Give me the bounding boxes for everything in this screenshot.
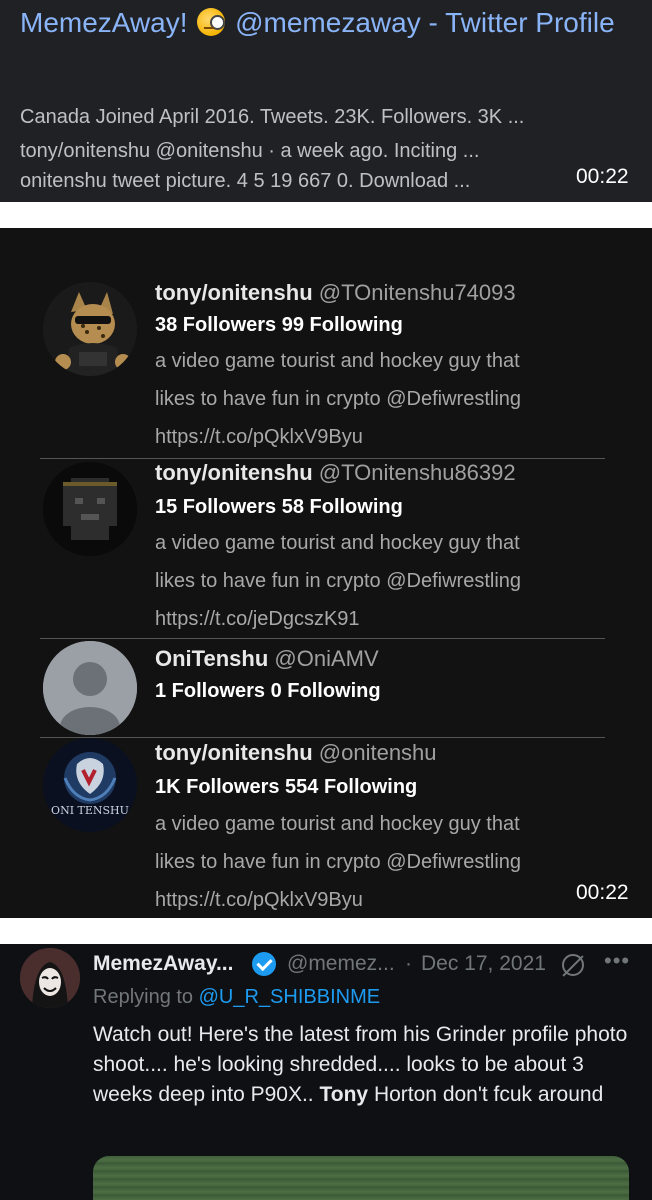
profile-name: tony/onitenshu [155, 280, 313, 305]
profile-divider [40, 737, 605, 738]
verified-badge-icon [252, 952, 276, 976]
profile-link[interactable]: https://t.co/pQklxV9Byu [155, 426, 363, 449]
result-title-suffix: @memezaway - Twitter Profile [235, 7, 615, 38]
profile-name-row[interactable]: tony/onitenshu @TOnitenshu86392 [155, 460, 516, 486]
muted-conversation-icon[interactable] [562, 954, 584, 976]
video-duration-badge: 00:22 [576, 881, 629, 904]
profile-bio-line: likes to have fun in crypto @Defiwrestli… [155, 851, 522, 873]
profile-bio-line: a video game tourist and hockey guy that [155, 813, 520, 835]
replying-to-handle[interactable]: @U_R_SHIBBINME [199, 986, 380, 1008]
profile-stats: 15 Followers 58 Following [155, 496, 403, 518]
profile-handle: @onitenshu [318, 740, 437, 765]
tweet-author-name[interactable]: MemezAway... [93, 952, 233, 976]
avatar-leopard [43, 282, 137, 376]
video-duration-badge: 00:22 [576, 165, 629, 188]
profile-name-row[interactable]: tony/onitenshu @TOnitenshu74093 [155, 280, 516, 306]
tweet-text: Watch out! Here's the latest from his Gr… [93, 1020, 633, 1110]
profile-name: OniTenshu [155, 646, 269, 671]
separator [0, 918, 652, 944]
result-title-link[interactable]: MemezAway! @memezaway - Twitter Profile [20, 8, 632, 37]
tweet-text-end: Horton don't fcuk around [373, 1083, 604, 1106]
profile-divider [40, 458, 605, 459]
avatar-brand-text: ONI TENSHU [51, 804, 129, 817]
search-result-card[interactable]: MemezAway! @memezaway - Twitter Profile … [0, 0, 652, 202]
avatar-oni-tenshu: ONI TENSHU [43, 738, 137, 832]
tweet-date[interactable]: Dec 17, 2021 [421, 952, 546, 976]
profile-stats: 38 Followers 99 Following [155, 314, 403, 336]
profile-stats: 1K Followers 554 Following [155, 776, 418, 798]
profile-bio-line: a video game tourist and hockey guy that [155, 350, 520, 372]
tweet-author-handle[interactable]: @memez... [287, 952, 395, 976]
profile-bio-line: a video game tourist and hockey guy that [155, 532, 520, 554]
profile-link[interactable]: https://t.co/pQklxV9Byu [155, 889, 363, 912]
result-snippet-line-3: onitenshu tweet picture. 4 5 19 667 0. D… [20, 170, 471, 192]
profile-name-row[interactable]: OniTenshu @OniAMV [155, 646, 379, 672]
profile-name: tony/onitenshu [155, 460, 313, 485]
separator [0, 202, 652, 228]
result-snippet-line-2: tony/onitenshu @onitenshu · a week ago. … [20, 140, 480, 162]
result-title-prefix: MemezAway! [20, 7, 188, 38]
tweet-avatar[interactable] [20, 948, 80, 1008]
profile-name: tony/onitenshu [155, 740, 313, 765]
tweet-meta-separator: · [405, 952, 412, 975]
avatar-pixel-ape [43, 462, 137, 556]
replying-to: Replying to @U_R_SHIBBINME [93, 986, 380, 1009]
replying-to-label: Replying to [93, 986, 194, 1008]
result-snippet-line-1: Canada Joined April 2016. Tweets. 23K. F… [20, 106, 525, 128]
profile-handle: @OniAMV [274, 646, 379, 671]
profile-stats: 1 Followers 0 Following [155, 680, 381, 702]
profile-bio-line: likes to have fun in crypto @Defiwrestli… [155, 570, 522, 592]
face-with-monocle-icon [197, 8, 226, 36]
tweet[interactable]: MemezAway... @memez... · Dec 17, 2021 ••… [0, 944, 652, 1200]
profile-name-row[interactable]: tony/onitenshu @onitenshu [155, 740, 437, 766]
video-thumbnail[interactable]: tony/onitenshu @TOnitenshu74093 38 Follo… [0, 228, 652, 918]
profile-divider [40, 638, 605, 639]
profile-handle: @TOnitenshu74093 [318, 280, 516, 305]
avatar-default [43, 641, 137, 735]
profile-handle: @TOnitenshu86392 [318, 460, 516, 485]
tweet-media-image[interactable] [93, 1156, 629, 1200]
more-options-icon[interactable]: ••• [604, 948, 630, 974]
profile-link[interactable]: https://t.co/jeDgcszK91 [155, 608, 360, 631]
tweet-text-bold: Tony [319, 1083, 369, 1106]
profile-bio-line: likes to have fun in crypto @Defiwrestli… [155, 388, 522, 410]
